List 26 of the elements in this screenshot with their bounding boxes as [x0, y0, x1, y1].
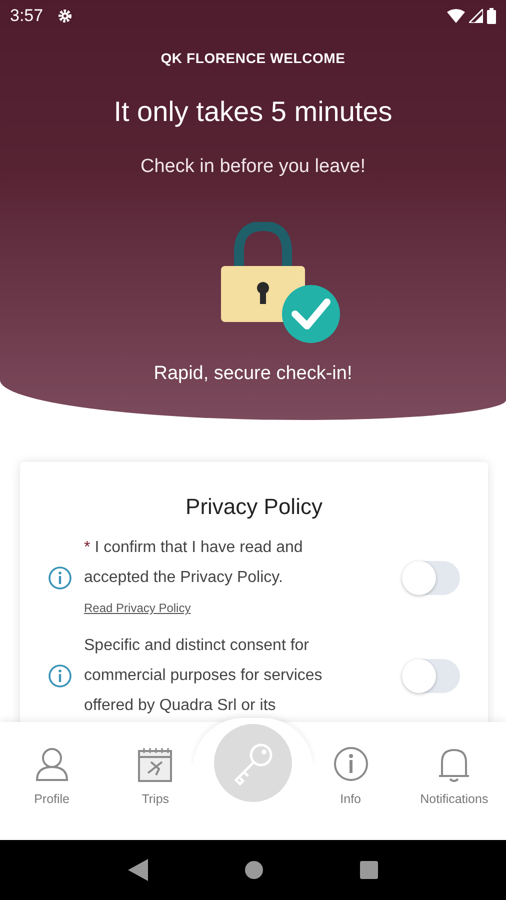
consent-text: Specific and distinct consent for commercial purposes for services offered by Quadra Srl or its — [84, 636, 324, 716]
calendar-icon — [137, 746, 174, 784]
signal-icon — [469, 9, 483, 23]
app-name: QK FLORENCE WELCOME — [160, 49, 346, 68]
settings-icon — [57, 8, 74, 24]
consent-toggle[interactable] — [402, 659, 460, 693]
subtitle: Check in before you leave! — [140, 155, 366, 179]
info-icon — [332, 746, 369, 784]
nav-tab[interactable]: Profile — [0, 722, 104, 840]
person-icon — [34, 746, 70, 784]
battery-icon — [487, 8, 496, 24]
back-icon[interactable] — [128, 859, 148, 881]
info-icon[interactable] — [48, 566, 72, 590]
wifi-icon — [447, 9, 465, 23]
clock: 3:57 — [10, 5, 44, 28]
consent-toggle[interactable] — [402, 561, 460, 595]
consent-text: * I confirm that I have read and accepted the Privacy Policy. Read Privacy Policy — [84, 538, 304, 617]
info-icon[interactable] — [48, 664, 72, 688]
headline: It only takes 5 minutes — [114, 95, 392, 129]
privacy-policy-link[interactable]: Read Privacy Policy — [84, 601, 191, 615]
nav-tab[interactable]: Info — [298, 722, 402, 840]
home-icon[interactable] — [244, 860, 264, 880]
card-title: Privacy Policy — [184, 493, 324, 521]
nav-tab[interactable]: Notifications — [402, 722, 506, 840]
nav-tab[interactable]: Trips — [104, 722, 208, 840]
caption: Rapid, secure check-in! — [154, 362, 352, 386]
